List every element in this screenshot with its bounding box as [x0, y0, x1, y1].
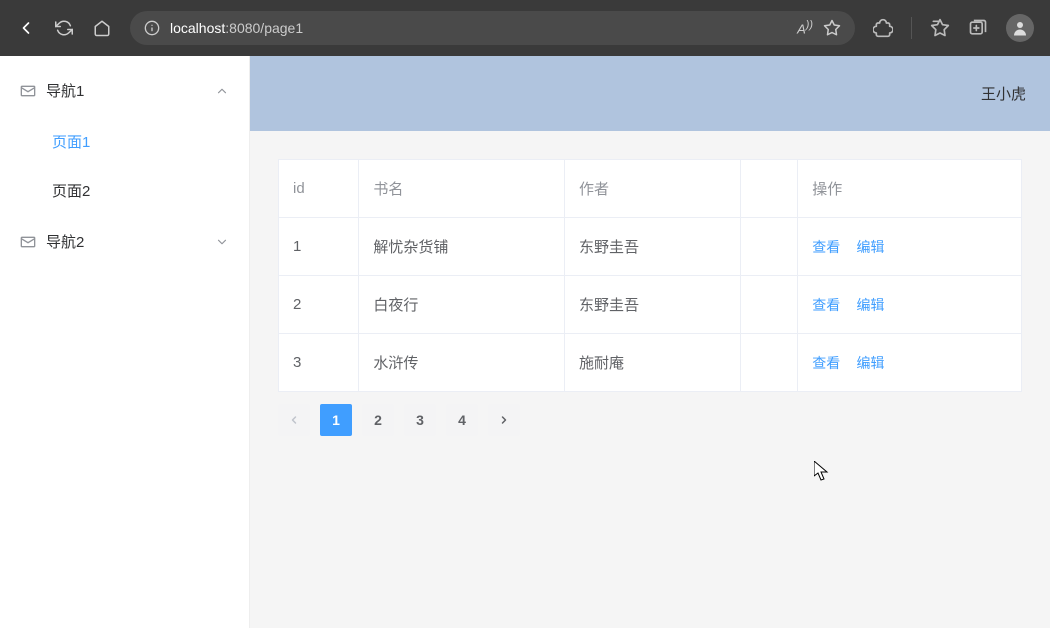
cell-title: 解忧杂货铺: [359, 218, 565, 276]
col-title: 书名: [359, 160, 565, 218]
profile-avatar[interactable]: [1006, 14, 1034, 42]
info-icon: [144, 20, 160, 36]
sidebar: 导航1 页面1 页面2 导航2: [0, 56, 250, 628]
cell-blank: [740, 276, 797, 334]
view-link[interactable]: 查看: [812, 297, 840, 313]
data-table: id 书名 作者 操作 1 解忧杂货铺 东野圭吾 查看 编辑 2 白夜行 东野圭…: [278, 159, 1022, 392]
cell-id: 1: [279, 218, 359, 276]
main-area: 王小虎 id 书名 作者 操作 1 解忧杂货铺 东野圭吾 查看 编辑: [250, 56, 1050, 628]
extensions-icon[interactable]: [873, 18, 893, 38]
view-link[interactable]: 查看: [812, 355, 840, 371]
cell-title: 白夜行: [359, 276, 565, 334]
cell-author: 施耐庵: [565, 334, 741, 392]
col-actions: 操作: [798, 160, 1022, 218]
page-1[interactable]: 1: [320, 404, 352, 436]
view-link[interactable]: 查看: [812, 239, 840, 255]
nav-item-page1[interactable]: 页面1: [0, 117, 249, 166]
nav-group-1-label: 导航1: [46, 80, 215, 101]
table-row: 2 白夜行 东野圭吾 查看 编辑: [279, 276, 1022, 334]
table-row: 3 水浒传 施耐庵 查看 编辑: [279, 334, 1022, 392]
cell-actions: 查看 编辑: [798, 334, 1022, 392]
cell-id: 3: [279, 334, 359, 392]
content: id 书名 作者 操作 1 解忧杂货铺 东野圭吾 查看 编辑 2 白夜行 东野圭…: [250, 131, 1050, 464]
address-bar[interactable]: localhost:8080/page1 A)): [130, 11, 855, 45]
page-3[interactable]: 3: [404, 404, 436, 436]
url-text: localhost:8080/page1: [170, 20, 787, 36]
page-prev[interactable]: [278, 404, 310, 436]
page-4[interactable]: 4: [446, 404, 478, 436]
cell-author: 东野圭吾: [565, 276, 741, 334]
refresh-button[interactable]: [54, 18, 74, 38]
favorites-list-icon[interactable]: [930, 18, 950, 38]
col-blank: [740, 160, 797, 218]
cell-author: 东野圭吾: [565, 218, 741, 276]
browser-chrome: localhost:8080/page1 A)): [0, 0, 1050, 56]
favorite-icon[interactable]: [823, 19, 841, 37]
nav-group-2-label: 导航2: [46, 231, 215, 252]
chevron-up-icon: [215, 84, 229, 98]
edit-link[interactable]: 编辑: [856, 239, 884, 255]
cell-id: 2: [279, 276, 359, 334]
cell-actions: 查看 编辑: [798, 218, 1022, 276]
col-author: 作者: [565, 160, 741, 218]
read-aloud-icon[interactable]: A)): [797, 19, 813, 36]
nav-group-2[interactable]: 导航2: [0, 215, 249, 268]
pagination: 1234: [278, 404, 1022, 436]
chevron-down-icon: [215, 235, 229, 249]
cell-title: 水浒传: [359, 334, 565, 392]
username-display[interactable]: 王小虎: [981, 83, 1026, 104]
table-row: 1 解忧杂货铺 东野圭吾 查看 编辑: [279, 218, 1022, 276]
app-container: 导航1 页面1 页面2 导航2 王小虎 id 书名 作者 操作: [0, 56, 1050, 628]
edit-link[interactable]: 编辑: [856, 355, 884, 371]
collections-icon[interactable]: [968, 18, 988, 38]
nav-item-page2[interactable]: 页面2: [0, 166, 249, 215]
cell-blank: [740, 218, 797, 276]
cell-actions: 查看 编辑: [798, 276, 1022, 334]
col-id: id: [279, 160, 359, 218]
back-button[interactable]: [16, 18, 36, 38]
page-2[interactable]: 2: [362, 404, 394, 436]
nav-group-1[interactable]: 导航1: [0, 64, 249, 117]
home-button[interactable]: [92, 18, 112, 38]
page-next[interactable]: [488, 404, 520, 436]
envelope-icon: [20, 234, 36, 250]
cell-blank: [740, 334, 797, 392]
envelope-icon: [20, 83, 36, 99]
edit-link[interactable]: 编辑: [856, 297, 884, 313]
header-bar: 王小虎: [250, 56, 1050, 131]
